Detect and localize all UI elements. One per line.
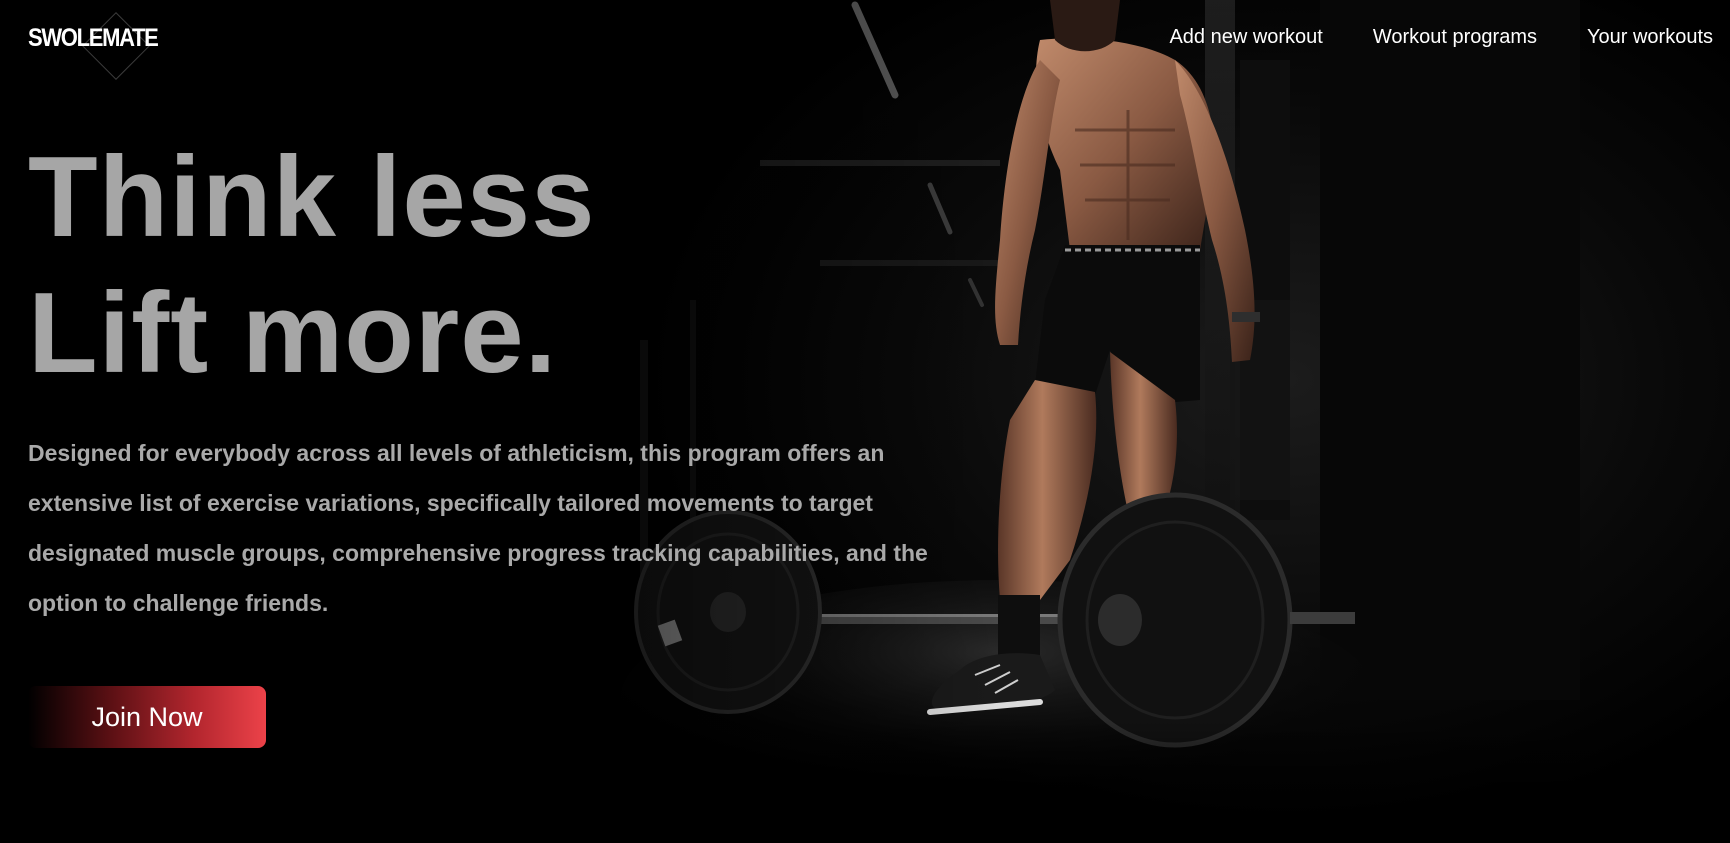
hero-description: Designed for everybody across all levels… xyxy=(28,440,928,616)
headline-line-2: Lift more. xyxy=(28,270,558,397)
nav-your-workouts[interactable]: Your workouts xyxy=(1587,26,1713,49)
nav-workout-programs[interactable]: Workout programs xyxy=(1373,26,1537,49)
logo-text: SWOLEMATE xyxy=(28,24,159,52)
join-now-button[interactable]: Join Now xyxy=(28,686,266,748)
landing-page: SWOLEMATE Add new workout Workout progra… xyxy=(0,0,1730,843)
nav-add-new-workout[interactable]: Add new workout xyxy=(1169,26,1322,49)
headline-line-1: Think less xyxy=(28,134,596,261)
top-navigation: Add new workout Workout programs Your wo… xyxy=(1169,26,1713,49)
hero-headline: Think less Lift more. xyxy=(28,130,596,402)
brand-logo[interactable]: SWOLEMATE xyxy=(28,12,164,80)
